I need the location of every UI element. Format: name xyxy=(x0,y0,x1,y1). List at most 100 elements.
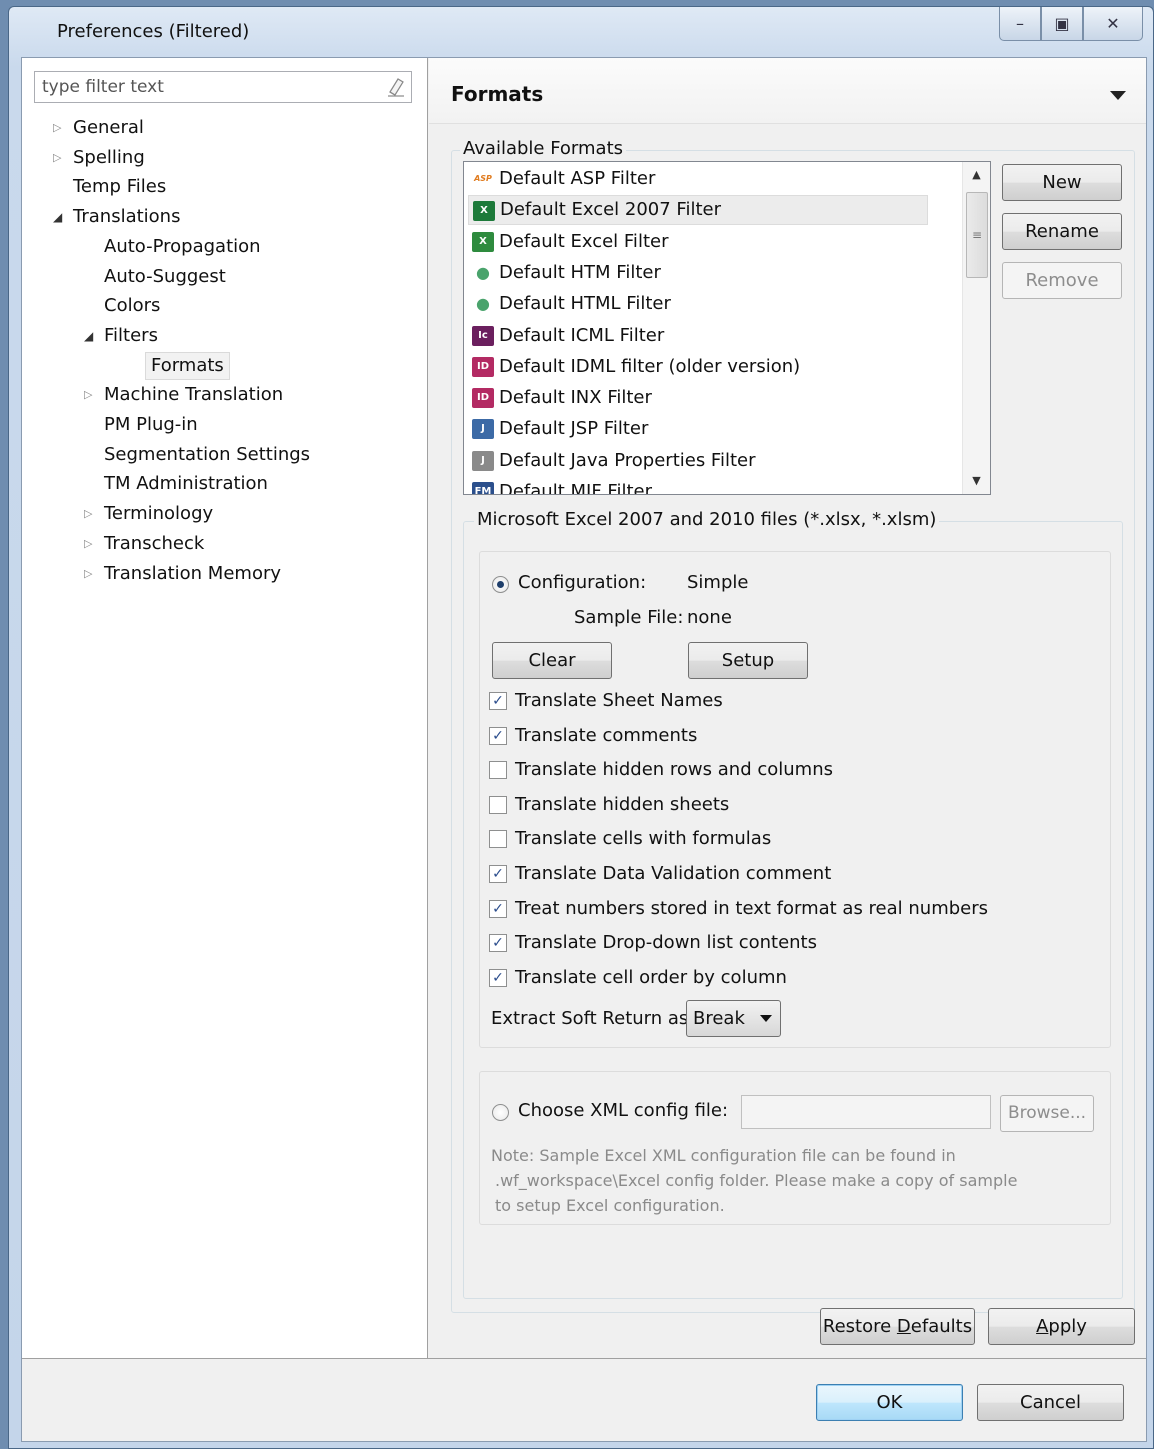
format-list-item[interactable]: Ic Default ICML Filter xyxy=(468,321,928,351)
apply-button[interactable]: Apply xyxy=(988,1308,1135,1345)
checkbox-checked[interactable]: ✓ xyxy=(489,968,507,987)
soft-return-label: Extract Soft Return as: xyxy=(491,1008,695,1029)
format-label: Default ICML Filter xyxy=(499,324,665,346)
format-list[interactable]: ASP Default ASP Filter X Default Excel 2007… xyxy=(463,161,991,495)
preferences-window: Preferences (Filtered) – ▣ ✕ ▷ General ▷ Sp… xyxy=(8,6,1154,1449)
indesign-icon: ID xyxy=(472,388,494,409)
maximize-button[interactable]: ▣ xyxy=(1041,7,1083,41)
format-label: Default INX Filter xyxy=(499,387,652,409)
preference-tree-pane: ▷ General ▷ Spelling Temp Files ◢ Translations… xyxy=(22,58,428,1358)
option-label: Translate hidden rows and columns xyxy=(515,759,833,781)
expand-arrow-icon[interactable]: ▷ xyxy=(53,114,65,142)
globe-icon: ● xyxy=(476,294,490,314)
filter-input[interactable] xyxy=(35,72,365,102)
remove-button[interactable]: Remove xyxy=(1002,262,1122,299)
scroll-up-icon[interactable]: ▲ xyxy=(963,164,990,186)
preference-page: Formats Available Formats ASP Default ASP… xyxy=(429,58,1146,1358)
tree-item-label: Auto-Suggest xyxy=(104,265,226,287)
option-label: Translate Data Validation comment xyxy=(515,863,832,884)
scroll-down-icon[interactable]: ▼ xyxy=(963,470,990,492)
new-button[interactable]: New xyxy=(1002,164,1122,201)
expand-arrow-icon[interactable]: ▷ xyxy=(84,560,96,588)
close-button[interactable]: ✕ xyxy=(1083,7,1143,41)
expand-arrow-icon[interactable]: ▷ xyxy=(53,144,65,172)
configuration-radio[interactable] xyxy=(492,576,509,593)
option-label: Translate Drop-down list contents xyxy=(515,932,817,954)
tree-item-label: Auto-Propagation xyxy=(104,235,261,257)
title-bar[interactable]: Preferences (Filtered) – ▣ ✕ xyxy=(9,7,1153,57)
rename-button[interactable]: Rename xyxy=(1002,213,1122,250)
format-label: Default HTML Filter xyxy=(499,293,671,315)
checkbox-checked[interactable]: ✓ xyxy=(489,726,507,745)
ok-button[interactable]: OK xyxy=(816,1384,963,1421)
expand-arrow-icon[interactable]: ▷ xyxy=(84,381,96,409)
checkbox-checked[interactable]: ✓ xyxy=(489,934,507,953)
setup-button[interactable]: Setup xyxy=(688,642,808,679)
soft-return-select[interactable]: Break xyxy=(686,1000,781,1037)
format-list-item[interactable]: J Default Java Properties Filter xyxy=(468,446,928,476)
format-list-item[interactable]: ID Default IDML filter (older version) xyxy=(468,352,928,382)
format-list-item[interactable]: X Default Excel 2007 Filter xyxy=(468,195,928,226)
collapse-arrow-icon[interactable]: ◢ xyxy=(53,203,65,231)
tree-item-label: Spelling xyxy=(73,146,145,168)
checkbox-checked[interactable]: ✓ xyxy=(489,899,507,918)
cancel-button[interactable]: Cancel xyxy=(977,1384,1124,1421)
browse-button[interactable]: Browse... xyxy=(1000,1095,1094,1132)
format-list-item[interactable]: X Default Excel Filter xyxy=(468,227,928,257)
note-line: Note: Sample Excel XML configuration fil… xyxy=(491,1146,956,1165)
tree-item-label: Temp Files xyxy=(73,176,167,198)
checkbox-unchecked[interactable] xyxy=(489,830,507,849)
minimize-button[interactable]: – xyxy=(999,7,1041,41)
format-list-item[interactable]: ID Default INX Filter xyxy=(468,383,928,413)
scroll-thumb[interactable]: ≡ xyxy=(966,192,988,278)
format-list-item[interactable]: ● Default HTM Filter xyxy=(468,258,928,288)
format-list-item[interactable]: ASP Default ASP Filter xyxy=(468,164,928,194)
page-header: Formats xyxy=(429,58,1146,124)
clear-button[interactable]: Clear xyxy=(492,642,612,679)
tree-item-label: Translation Memory xyxy=(104,562,282,584)
tree-item-label: Transcheck xyxy=(104,532,205,554)
page-title: Formats xyxy=(451,82,544,106)
configuration-value: Simple xyxy=(687,572,749,593)
xml-config-path-field[interactable] xyxy=(741,1095,991,1129)
option-label: Translate hidden sheets xyxy=(515,793,730,815)
tree-item-label: TM Administration xyxy=(104,473,268,495)
tree-item-label: Machine Translation xyxy=(104,384,284,406)
clear-filter-icon[interactable] xyxy=(387,77,405,97)
format-label: Default Excel Filter xyxy=(499,230,669,252)
incopy-icon: Ic xyxy=(472,325,494,346)
option-label: Translate Sheet Names xyxy=(515,690,723,711)
checkbox-unchecked[interactable] xyxy=(489,795,507,814)
checkbox-checked[interactable]: ✓ xyxy=(489,865,507,883)
tree-item-label: Formats xyxy=(145,351,230,380)
format-list-item[interactable]: ● Default HTML Filter xyxy=(468,289,928,319)
format-label: Default MIF Filter xyxy=(499,481,652,495)
restore-defaults-button[interactable]: Restore Defaults xyxy=(820,1308,975,1345)
excel-2007-icon: X xyxy=(473,201,495,222)
option-label: Translate cell order by column xyxy=(515,966,787,988)
indesign-icon: ID xyxy=(472,356,494,377)
xml-config-radio[interactable] xyxy=(492,1104,509,1121)
expand-arrow-icon[interactable]: ▷ xyxy=(84,500,96,528)
format-label: Default HTM Filter xyxy=(499,261,661,283)
checkbox-checked[interactable]: ✓ xyxy=(489,692,507,710)
excel-group-label: Microsoft Excel 2007 and 2010 files (*.x… xyxy=(474,509,940,531)
format-list-scrollbar[interactable]: ▲ ≡ ▼ xyxy=(962,162,990,494)
collapse-arrow-icon[interactable]: ◢ xyxy=(84,322,96,350)
checkbox-unchecked[interactable] xyxy=(489,761,507,780)
format-list-item[interactable]: J Default JSP Filter xyxy=(468,414,928,444)
option-label: Treat numbers stored in text format as r… xyxy=(515,897,989,919)
configuration-label: Configuration: xyxy=(518,572,647,593)
sample-file-value: none xyxy=(687,607,732,628)
dialog-client-area: ▷ General ▷ Spelling Temp Files ◢ Translations… xyxy=(21,57,1147,1442)
note-line: to setup Excel configuration. xyxy=(495,1196,725,1215)
format-list-item[interactable]: FM Default MIF Filter xyxy=(468,477,928,495)
expand-arrow-icon[interactable]: ▷ xyxy=(84,530,96,558)
format-label: Default IDML filter (older version) xyxy=(499,355,801,377)
view-menu-icon[interactable] xyxy=(1110,91,1126,100)
